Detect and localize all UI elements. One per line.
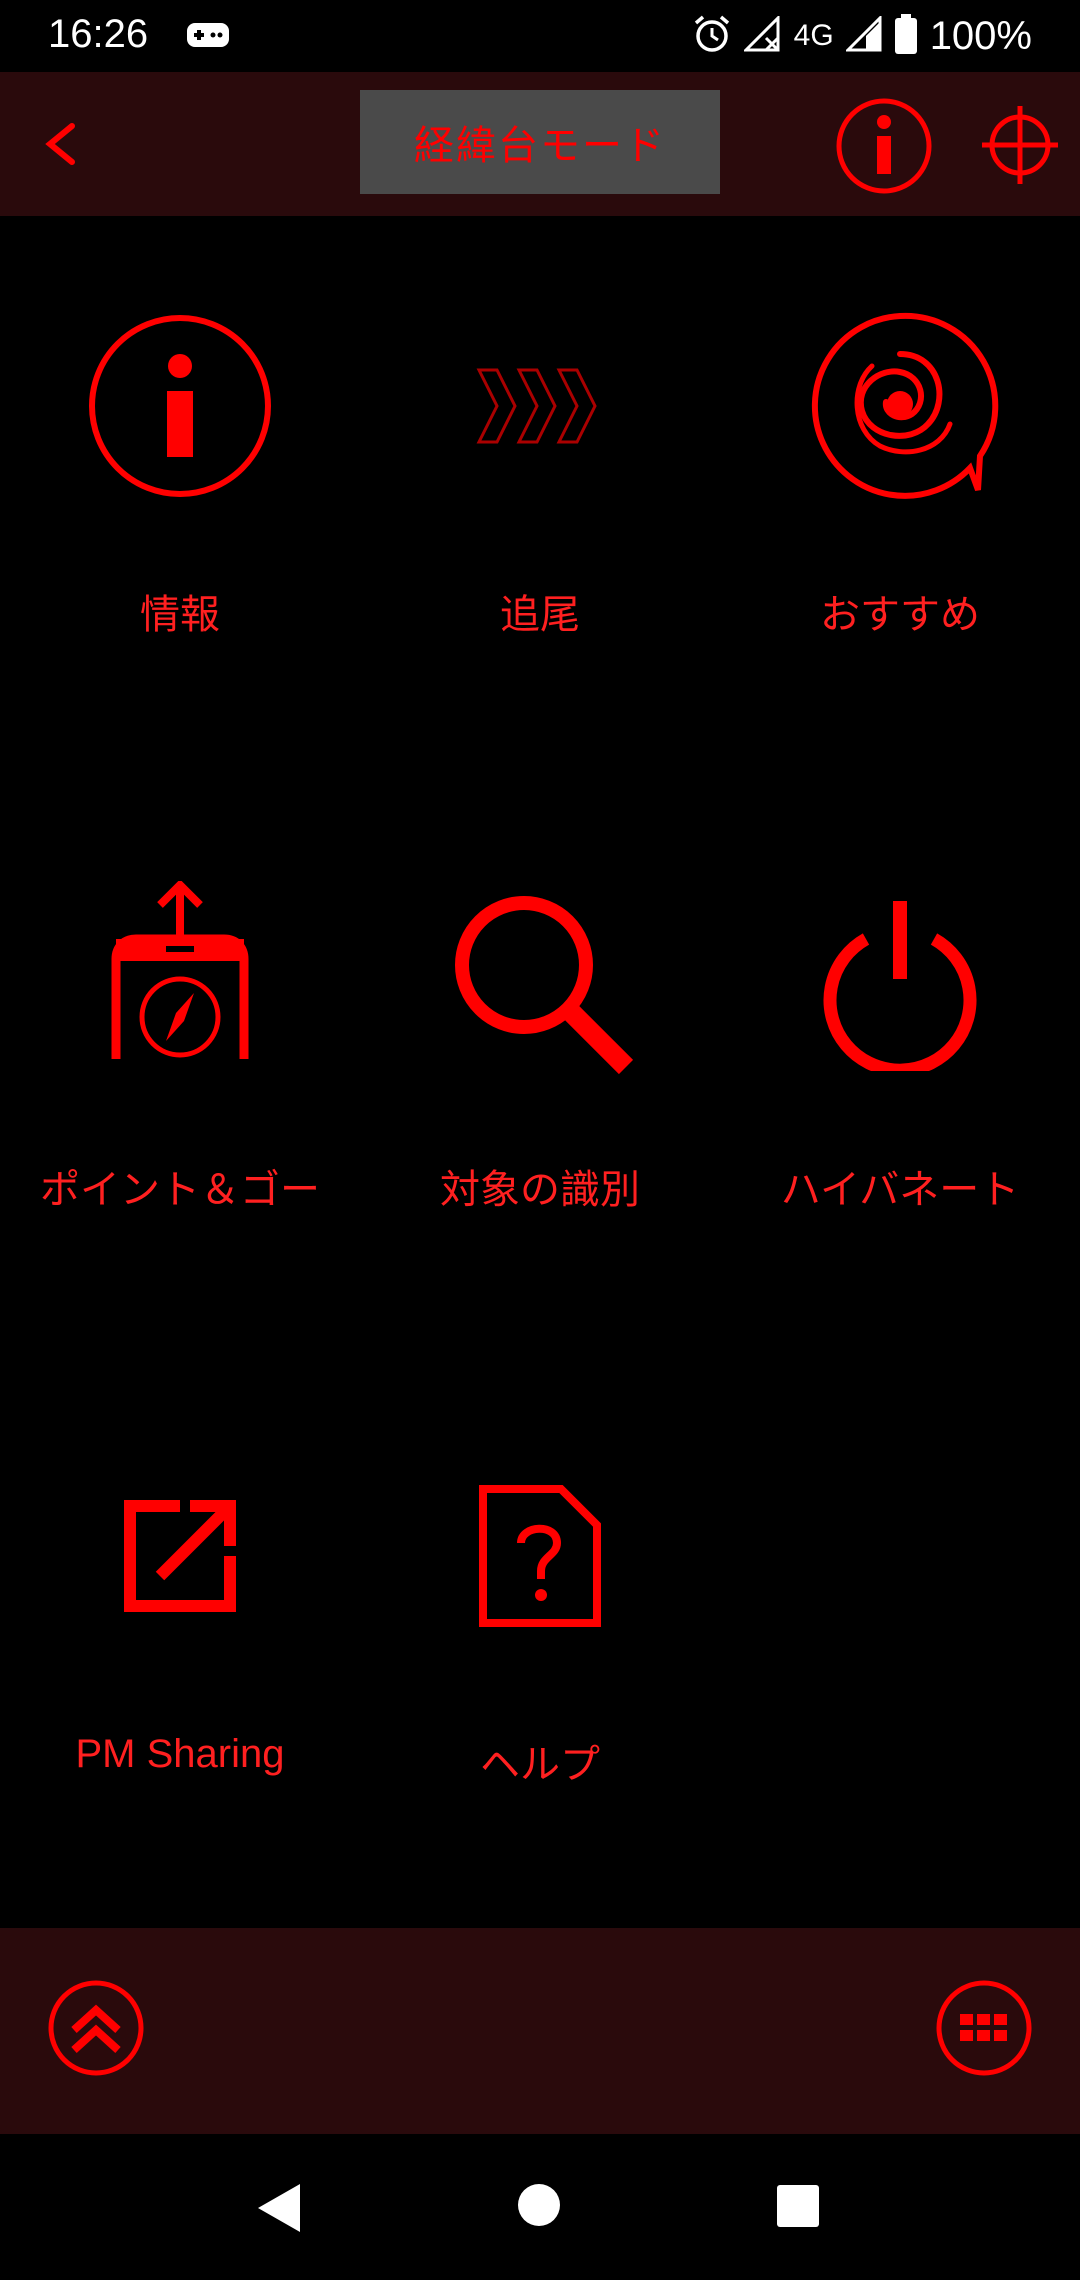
network-type: 4G — [793, 19, 834, 52]
nav-home-icon — [518, 2184, 560, 2226]
gamepad-icon — [186, 20, 230, 54]
info-icon — [80, 306, 280, 506]
tile-identify[interactable]: 対象の識別 — [360, 791, 720, 1251]
back-chevron-icon — [45, 123, 75, 165]
app-header: 経緯台モード — [0, 72, 1080, 216]
signal-off-icon — [742, 14, 782, 56]
tile-label: 情報 — [140, 592, 220, 638]
info-icon — [836, 98, 932, 194]
tile-help[interactable]: ヘルプ — [360, 1366, 720, 1826]
expand-up-button[interactable] — [46, 1978, 146, 2078]
nav-recent-button[interactable] — [776, 2184, 820, 2232]
tile-recommended[interactable]: おすすめ — [720, 216, 1080, 676]
point-and-go-icon — [80, 881, 280, 1081]
tile-label: おすすめ — [820, 592, 980, 638]
menu-grid: 情報 追尾 おすすめ ポイント＆ゴー 対象の識別 ハイバネート PM Shari… — [0, 216, 1080, 1930]
mode-button[interactable]: 経緯台モード — [360, 90, 720, 194]
tile-tracking[interactable]: 追尾 — [360, 216, 720, 676]
system-nav-bar — [0, 2134, 1080, 2280]
tile-info[interactable]: 情報 — [0, 216, 360, 676]
signal-icon — [844, 14, 882, 56]
nav-back-icon — [258, 2184, 300, 2232]
help-document-icon — [440, 1456, 640, 1656]
search-icon — [440, 881, 640, 1081]
battery-icon — [894, 14, 918, 58]
status-bar: 16:26 4G 100% — [0, 0, 1080, 72]
bottom-bar — [0, 1928, 1080, 2134]
power-icon — [800, 881, 1000, 1081]
apps-button[interactable] — [934, 1978, 1034, 2078]
share-icon — [80, 1456, 280, 1656]
header-target-button[interactable] — [980, 102, 1060, 188]
header-info-button[interactable] — [834, 96, 934, 196]
back-button[interactable] — [38, 108, 82, 180]
alarm-icon — [692, 14, 732, 58]
tracking-chevrons-icon — [440, 306, 640, 506]
battery-level: 100% — [929, 13, 1032, 58]
tile-label: 追尾 — [500, 592, 580, 638]
tile-hibernate[interactable]: ハイバネート — [720, 791, 1080, 1251]
tile-label: ハイバネート — [780, 1167, 1020, 1213]
status-time: 16:26 — [48, 12, 149, 56]
galaxy-icon — [800, 306, 1000, 506]
tile-pm-sharing[interactable]: PM Sharing — [0, 1366, 360, 1826]
tile-label: PM Sharing — [75, 1732, 285, 1776]
tile-label: ヘルプ — [480, 1742, 600, 1788]
apps-grid-icon — [936, 1980, 1032, 2076]
nav-home-button[interactable] — [516, 2182, 562, 2232]
double-chevron-up-icon — [48, 1980, 144, 2076]
crosshair-icon — [982, 106, 1058, 184]
status-right: 4G 100% — [692, 10, 1032, 62]
tile-point-and-go[interactable]: ポイント＆ゴー — [0, 791, 360, 1251]
nav-recent-icon — [777, 2185, 819, 2227]
tile-label: ポイント＆ゴー — [40, 1167, 320, 1213]
tile-label: 対象の識別 — [440, 1167, 640, 1213]
nav-back-button[interactable] — [256, 2182, 302, 2238]
